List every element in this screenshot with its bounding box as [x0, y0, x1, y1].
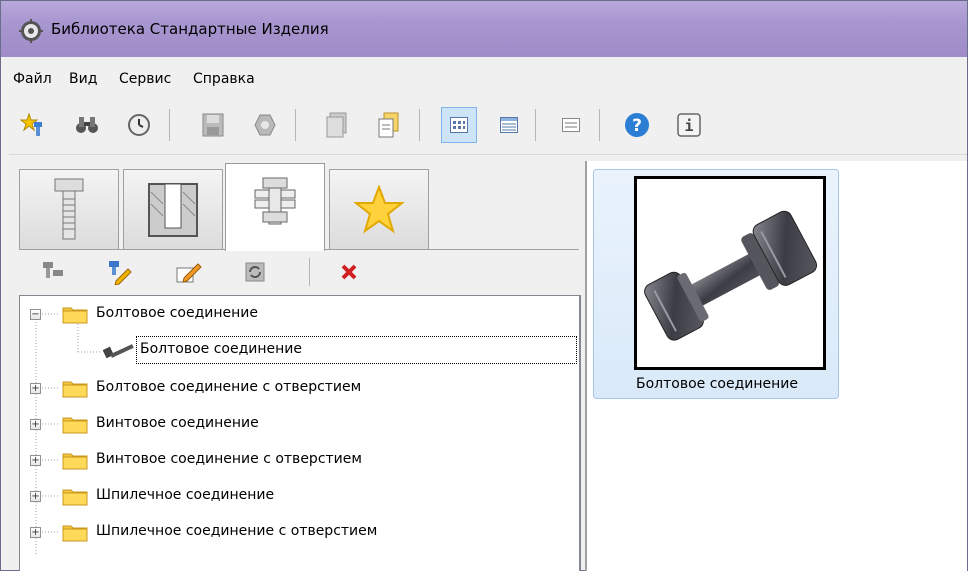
app-window: Библиотека Стандартные Изделия Файл Вид … [0, 0, 968, 571]
tree-item-label: Болтовое соединение [140, 341, 303, 357]
tab-holes[interactable] [123, 169, 223, 249]
folder-icon [62, 525, 88, 542]
folder-icon [62, 453, 88, 470]
main-toolbar: ? i [9, 99, 967, 155]
tree-item-stud-connection[interactable]: + Шпилечное соединение [20, 478, 576, 514]
list-view-icon [562, 118, 580, 132]
connection-tree[interactable]: − Болтовое соединение Болтовое соединени… [19, 295, 581, 571]
menu-help[interactable]: Справка [193, 71, 255, 87]
grid-view-icon [450, 117, 468, 133]
catalog-panel: − Болтовое соединение Болтовое соединени… [19, 161, 581, 571]
tree-item-label: Шпилечное соединение [96, 487, 275, 503]
view-small-icons-button[interactable] [493, 107, 525, 143]
folder-open-icon [62, 307, 88, 324]
tree-item-bolt-connection[interactable]: − Болтовое соединение [20, 296, 576, 332]
star-icon [354, 184, 404, 233]
tree-item-screw-connection[interactable]: + Винтовое соединение [20, 406, 576, 442]
bolt-3d-image [644, 210, 818, 341]
nut-button[interactable] [249, 107, 281, 143]
expand-toggle[interactable]: + [30, 455, 41, 466]
history-button[interactable] [123, 107, 155, 143]
connection-add-icon [43, 262, 63, 278]
bolt-connection-icon [254, 177, 296, 224]
document-icon [326, 112, 347, 138]
refresh-button[interactable] [241, 258, 269, 286]
export-button[interactable] [373, 107, 405, 143]
tree-item-label: Шпилечное соединение с отверстием [96, 523, 378, 539]
view-list-button[interactable] [555, 107, 587, 143]
help-icon: ? [625, 113, 649, 137]
tree-item-label: Болтовое соединение с отверстием [96, 379, 362, 395]
nut-icon [254, 114, 276, 136]
refresh-icon [245, 262, 265, 282]
screw-icon [54, 178, 84, 239]
tab-favorites[interactable] [329, 169, 429, 249]
star-bolt-icon [20, 112, 42, 136]
category-tabs [19, 161, 579, 251]
menu-bar: Файл Вид Сервис Справка [9, 69, 967, 93]
menu-view[interactable]: Вид [69, 71, 97, 87]
expand-toggle[interactable]: + [30, 527, 41, 538]
expand-toggle[interactable]: + [30, 419, 41, 430]
disk-icon [202, 113, 224, 137]
tree-toolbar [19, 249, 579, 295]
expand-toggle[interactable]: + [30, 383, 41, 394]
help-button[interactable]: ? [621, 107, 653, 143]
tree-item-label: Винтовое соединение [96, 415, 259, 431]
bolt-pencil-icon [109, 261, 132, 285]
find-button[interactable] [71, 107, 103, 143]
bolt-icon [102, 344, 134, 359]
tree-item-label: Винтовое соединение с отверстием [96, 451, 362, 467]
svg-text:?: ? [632, 116, 642, 136]
save-button[interactable] [197, 107, 229, 143]
folder-icon [62, 417, 88, 434]
tree-item-label: Болтовое соединение [96, 305, 259, 321]
tree-item-bolt-connection-child[interactable]: Болтовое соединение [20, 332, 577, 368]
window-title: Библиотека Стандартные Изделия [51, 20, 329, 38]
info-icon: i [677, 113, 701, 137]
about-button[interactable]: i [673, 107, 705, 143]
folder-icon [62, 381, 88, 398]
delete-button[interactable] [335, 258, 363, 286]
tab-fasteners[interactable] [19, 169, 119, 249]
menu-service[interactable]: Сервис [119, 71, 171, 87]
clock-icon [128, 114, 150, 136]
document-button[interactable] [321, 107, 353, 143]
menu-file[interactable]: Файл [13, 71, 52, 87]
favorites-add-button[interactable] [17, 107, 49, 143]
tree-item-bolt-connection-hole[interactable]: + Болтовое соединение с отверстием [20, 370, 576, 406]
expand-toggle[interactable]: + [30, 491, 41, 502]
gear-app-icon [19, 19, 43, 43]
add-connection-button[interactable] [39, 258, 67, 286]
preview-item[interactable]: Болтовое соединение [593, 169, 839, 399]
binoculars-icon [76, 117, 98, 133]
svg-text:i: i [684, 117, 693, 135]
pencil-icon [176, 263, 202, 283]
edit-button[interactable] [175, 258, 203, 286]
collapse-toggle[interactable]: − [30, 309, 41, 320]
delete-x-icon [341, 264, 357, 280]
hole-section-icon [148, 182, 198, 237]
tree-item-stud-connection-hole[interactable]: + Шпилечное соединение с отверстием [20, 514, 576, 550]
tab-connections[interactable] [225, 163, 325, 251]
preview-image [634, 176, 826, 370]
export-document-icon [378, 112, 399, 138]
title-bar[interactable]: Библиотека Стандартные Изделия [1, 1, 967, 57]
view-large-icons-button[interactable] [441, 107, 477, 143]
edit-connection-button[interactable] [105, 258, 133, 286]
table-view-icon [500, 117, 518, 133]
tree-item-screw-connection-hole[interactable]: + Винтовое соединение с отверстием [20, 442, 576, 478]
folder-icon [62, 489, 88, 506]
preview-label: Болтовое соединение [635, 376, 798, 392]
preview-panel: Болтовое соединение [585, 161, 967, 571]
